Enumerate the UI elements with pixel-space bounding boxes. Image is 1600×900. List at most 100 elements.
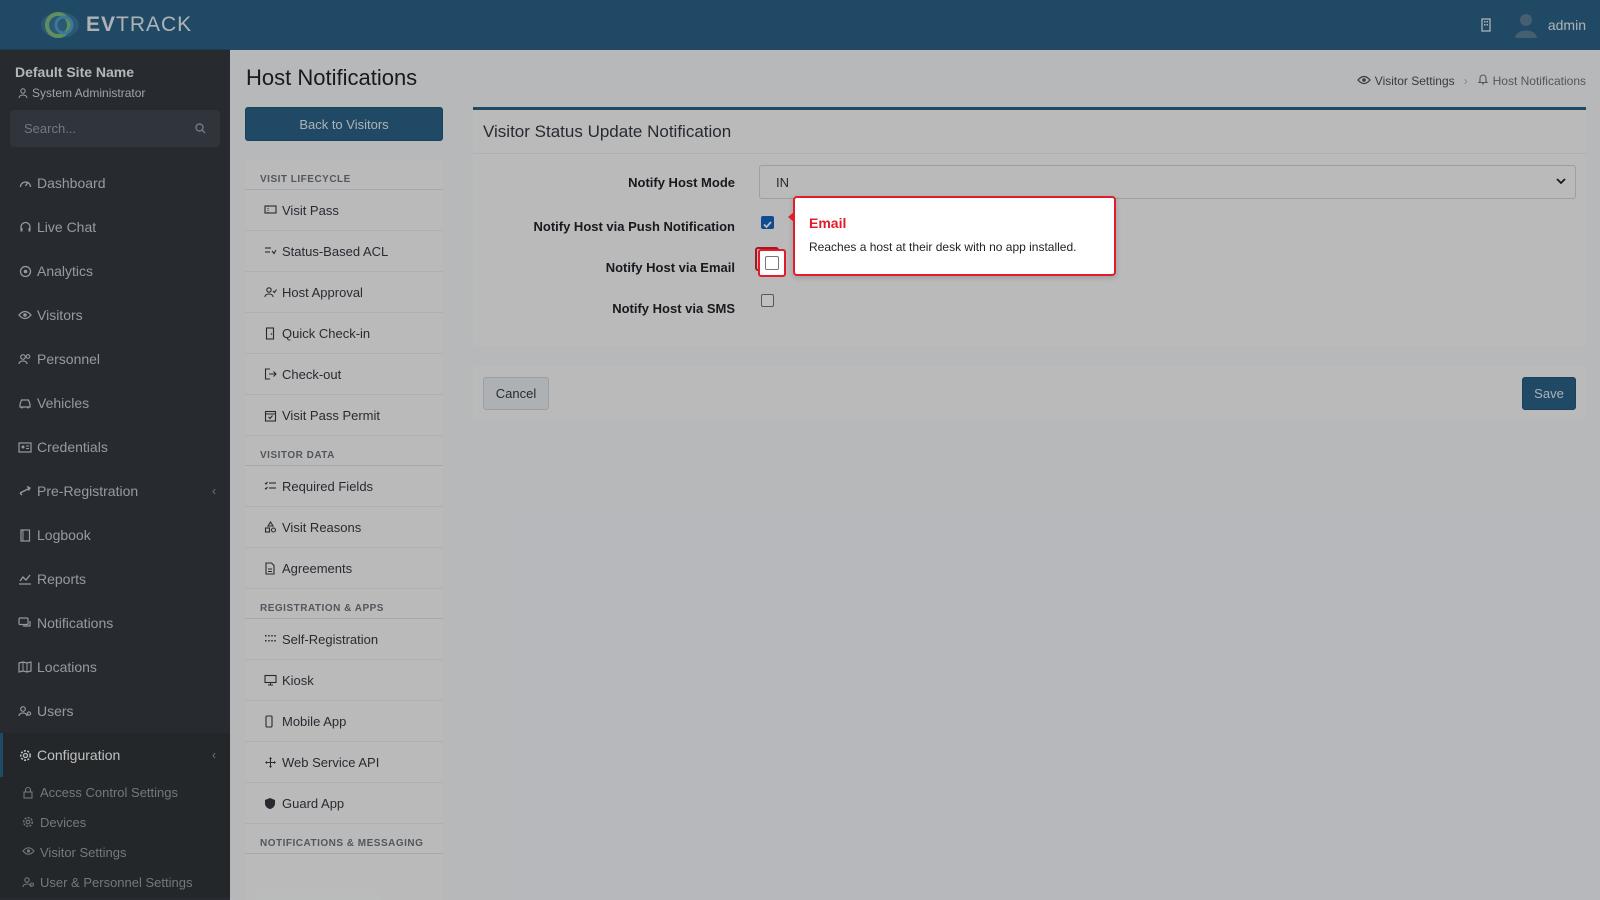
brand[interactable]: EVTRACK — [0, 0, 230, 50]
tooltip: Email Reaches a host at their desk with … — [788, 196, 1116, 276]
book-icon — [18, 528, 32, 542]
user-name: admin — [1547, 17, 1586, 33]
top-navbar: EVTRACK admin — [0, 0, 1600, 50]
tooltip-body: Reaches a host at their desk with no app… — [809, 240, 1077, 254]
breadcrumb-parent[interactable]: Visitor Settings — [1375, 74, 1455, 88]
eye-icon — [22, 846, 35, 859]
subnav-quick-check-in[interactable]: Quick Check-in — [245, 313, 443, 354]
email-checkbox-spotlight[interactable] — [758, 249, 786, 277]
breadcrumb: Visitor Settings › Host Notifications — [1356, 73, 1586, 88]
subnav-self-registration[interactable]: Self-Registration — [245, 619, 443, 660]
sidebar-item-configuration[interactable]: Configuration ‹ — [0, 733, 230, 777]
dashboard-icon — [18, 176, 32, 190]
subnav-visit-pass-permit[interactable]: Visit Pass Permit — [245, 395, 443, 436]
users-icon — [18, 352, 32, 366]
back-to-visitors-button[interactable]: Back to Visitors — [245, 107, 443, 141]
sidebar-item-notifications[interactable]: Notifications — [0, 601, 230, 645]
save-button[interactable]: Save — [1522, 377, 1576, 410]
sidebar-item-personnel[interactable]: Personnel — [0, 337, 230, 381]
mobile-icon — [264, 714, 277, 728]
sidebar-nav: Dashboard Live Chat Analytics Visitors P… — [0, 161, 230, 897]
email-checkbox-spotlight-box[interactable] — [765, 256, 779, 270]
brand-name: EVTRACK — [86, 12, 193, 36]
file-icon — [264, 561, 277, 575]
users-icon — [22, 876, 35, 889]
search-icon[interactable] — [195, 121, 206, 137]
subnav-devices[interactable]: Devices — [0, 807, 230, 837]
sms-notification-checkbox[interactable] — [761, 294, 774, 307]
select-value: IN — [776, 174, 789, 190]
subnav-check-out[interactable]: Check-out — [245, 354, 443, 395]
subnav-visit-pass[interactable]: Visit Pass — [245, 190, 443, 231]
sidebar-item-pre-registration[interactable]: Pre-Registration ‹ — [0, 469, 230, 513]
settings-subnav: VISIT LIFECYCLE Visit Pass Status-Based … — [245, 160, 443, 900]
subnav-agreements[interactable]: Agreements — [245, 548, 443, 589]
eye-icon — [1356, 74, 1371, 88]
tooltip-arrow — [788, 212, 794, 222]
subnav-header-visitor-data: VISITOR DATA — [245, 436, 443, 466]
sidebar: Default Site Name System Administrator D… — [0, 50, 230, 900]
configuration-subnav: Access Control Settings Devices Visitor … — [0, 777, 230, 897]
card-title: Visitor Status Update Notification — [473, 110, 1586, 154]
sidebar-item-credentials[interactable]: Credentials — [0, 425, 230, 469]
sign-out-icon — [264, 367, 277, 381]
sidebar-item-vehicles[interactable]: Vehicles — [0, 381, 230, 425]
calendar-check-icon — [264, 409, 277, 422]
door-icon — [264, 326, 277, 340]
car-icon — [18, 396, 32, 410]
subnav-status-based-acl[interactable]: Status-Based ACL — [245, 231, 443, 272]
building-icon[interactable] — [1480, 18, 1494, 32]
user-gear-icon — [18, 704, 32, 718]
subnav-user-personnel-settings[interactable]: User & Personnel Settings — [0, 867, 230, 897]
mode-label: Notify Host Mode — [628, 174, 735, 190]
chart-icon — [18, 572, 32, 586]
subnav-web-service-api[interactable]: Web Service API — [245, 742, 443, 783]
sidebar-item-locations[interactable]: Locations — [0, 645, 230, 689]
tooltip-title: Email — [809, 215, 847, 231]
subnav-access-control-settings[interactable]: Access Control Settings — [0, 777, 230, 807]
subnav-header-notifications-messaging: NOTIFICATIONS & MESSAGING — [245, 824, 443, 854]
search-input[interactable] — [24, 121, 174, 136]
subnav-header-registration-apps: REGISTRATION & APPS — [245, 589, 443, 619]
subnav-guard-app[interactable]: Guard App — [245, 783, 443, 824]
sidebar-item-logbook[interactable]: Logbook — [0, 513, 230, 557]
sidebar-item-dashboard[interactable]: Dashboard — [0, 161, 230, 205]
headset-icon — [18, 220, 32, 234]
list-icon — [264, 633, 277, 646]
id-card-icon — [18, 440, 32, 454]
chevron-left-icon[interactable]: ‹ — [212, 484, 216, 498]
user-menu[interactable]: admin — [1514, 12, 1586, 38]
sidebar-item-reports[interactable]: Reports — [0, 557, 230, 601]
push-notification-checkbox[interactable] — [761, 216, 774, 229]
user-role: System Administrator — [0, 80, 230, 100]
sidebar-item-analytics[interactable]: Analytics — [0, 249, 230, 293]
lock-icon — [22, 786, 35, 799]
subnav-required-fields[interactable]: Required Fields — [245, 466, 443, 507]
main-content: Host Notifications Visitor Settings › Ho… — [230, 50, 1600, 900]
cog-icon — [22, 816, 35, 829]
exchange-icon — [18, 484, 32, 498]
sms-label: Notify Host via SMS — [612, 300, 735, 316]
subnav-host-approval[interactable]: Host Approval — [245, 272, 443, 313]
cancel-button[interactable]: Cancel — [483, 377, 549, 410]
evtrack-logo-icon — [38, 10, 84, 40]
chevron-down-icon — [1555, 175, 1567, 190]
sms-row: Notify Host via SMS — [473, 294, 1586, 320]
chevron-left-icon[interactable]: ‹ — [212, 748, 216, 762]
subnav-mobile-app[interactable]: Mobile App — [245, 701, 443, 742]
subnav-visit-reasons[interactable]: Visit Reasons — [245, 507, 443, 548]
form-actions: Cancel Save — [473, 366, 1586, 420]
target-icon — [18, 264, 32, 278]
mode-row: Notify Host Mode IN — [473, 165, 1586, 199]
map-icon — [18, 660, 32, 674]
sidebar-item-live-chat[interactable]: Live Chat — [0, 205, 230, 249]
subnav-header-visit-lifecycle: VISIT LIFECYCLE — [245, 160, 443, 190]
comments-icon — [18, 616, 32, 630]
gear-icon — [18, 748, 32, 762]
breadcrumb-separator: › — [1463, 73, 1468, 88]
subnav-visitor-settings[interactable]: Visitor Settings — [0, 837, 230, 867]
sidebar-item-visitors[interactable]: Visitors — [0, 293, 230, 337]
notify-host-mode-select[interactable]: IN — [759, 165, 1576, 199]
sidebar-item-users[interactable]: Users — [0, 689, 230, 733]
subnav-kiosk[interactable]: Kiosk — [245, 660, 443, 701]
